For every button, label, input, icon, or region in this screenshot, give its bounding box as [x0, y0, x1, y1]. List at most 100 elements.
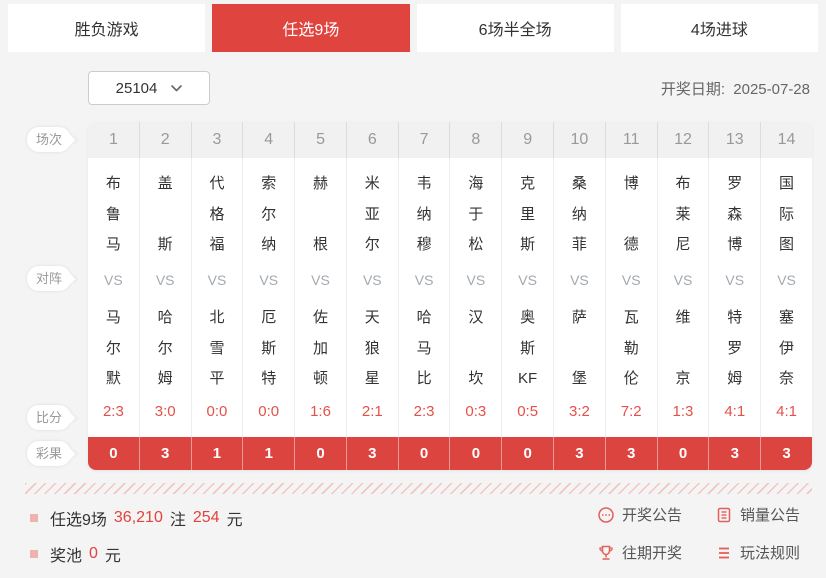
match-column: 韦纳穆 VS 哈马比 2:3: [399, 158, 451, 437]
away-team: 佐加顿: [313, 309, 329, 387]
draw-date-label: 开奖日期:: [660, 80, 726, 98]
link-draw-announcement[interactable]: 开奖公告: [597, 504, 715, 525]
result-row: 03110300033033: [88, 437, 812, 470]
away-team: 厄斯特: [261, 309, 277, 387]
vs-label: VS: [621, 272, 641, 288]
tab-3[interactable]: 6场半全场: [416, 4, 614, 52]
match-score: 0:0: [258, 403, 280, 420]
match-column: 克里斯 VS 奥斯 KF 0:5: [502, 158, 555, 437]
match-column: 代格福 VS 北雪平 0:0: [192, 158, 244, 437]
match-score: 4:1: [724, 403, 746, 420]
match-column: 国际图 VS 塞伊奈 4:1: [761, 158, 812, 437]
vs-label: VS: [466, 272, 486, 288]
link-label: 玩法规则: [740, 545, 801, 562]
match-score: 1:3: [672, 403, 694, 420]
home-team: 盖斯: [157, 175, 173, 253]
home-team: 韦纳穆: [416, 175, 432, 253]
tab-2[interactable]: 任选9场: [212, 4, 410, 52]
away-team: 北雪平: [209, 309, 225, 387]
match-result: 0: [295, 437, 347, 470]
vs-label: VS: [259, 272, 279, 288]
match-columns: 布鲁马 VS 马尔默 2:3 盖斯 VS 哈尔姆 3:0 代格福 VS 北雪平 0:0 索尔纳 VS 厄斯特…: [88, 158, 812, 437]
vs-label: VS: [155, 272, 175, 288]
home-team: 桑纳菲: [571, 175, 587, 253]
match-result: 0: [502, 437, 555, 470]
summary-pool-line: 奖池 0 元: [30, 542, 121, 566]
match-score: 7:2: [620, 403, 642, 420]
tab-1[interactable]: 胜负游戏: [8, 4, 206, 52]
summary-prize-value: 254: [192, 509, 220, 526]
match-result: 1: [243, 437, 296, 470]
match-column: 博德 VS 瓦勒伦 7:2: [606, 158, 658, 437]
home-team: 布莱尼: [675, 175, 691, 253]
home-team: 米亚尔: [364, 175, 380, 253]
striped-divider: [25, 483, 812, 494]
match-result: 0: [88, 437, 140, 470]
match-column: 盖斯 VS 哈尔姆 3:0: [140, 158, 192, 437]
match-result: 3: [140, 437, 192, 470]
match-score: 0:5: [517, 403, 539, 420]
lottery-results-page: 胜负游戏 任选9场 6场半全场 4场进球 25104 开奖日期: 2025-07-28…: [0, 0, 826, 578]
match-number: 2: [140, 122, 192, 158]
match-number: 6: [347, 122, 399, 158]
sales-icon: [715, 506, 733, 524]
home-team: 罗森博: [727, 175, 743, 253]
vs-label: VS: [673, 272, 693, 288]
period-select[interactable]: 25104: [88, 71, 210, 105]
summary-pool-unit: 元: [104, 548, 121, 565]
home-team: 索尔纳: [261, 175, 277, 253]
summary-bets-unit: 注: [169, 512, 186, 529]
match-number: 3: [192, 122, 244, 158]
match-result: 3: [782, 445, 791, 462]
header-row: 1 2 3 4 5 6 7 8 9 10 11 12 13 14: [88, 122, 812, 158]
home-team: 代格福: [209, 175, 225, 253]
match-result: 0: [450, 437, 503, 470]
link-label: 开奖公告: [622, 507, 683, 524]
link-past-draws[interactable]: 往期开奖: [597, 542, 715, 563]
summary-bets-value: 36,210: [113, 509, 163, 526]
summary-bets-line: 任选9场 36,210 注 254 元: [30, 506, 243, 530]
summary-pool-label: 奖池: [50, 548, 83, 565]
match-number: 8: [450, 122, 503, 158]
home-team: 赫根: [313, 175, 329, 253]
match-result: 1: [192, 437, 244, 470]
match-number: 13: [709, 122, 762, 158]
link-label: 销量公告: [740, 507, 801, 524]
match-number: 5: [295, 122, 347, 158]
match-score: 0:3: [465, 403, 487, 420]
tab-4[interactable]: 4场进球: [620, 4, 818, 52]
home-team: 克里斯: [520, 175, 536, 253]
match-column: 海于松 VS 汉坎 0:3: [450, 158, 503, 437]
match-result: 3: [709, 437, 762, 470]
trophy-icon: [597, 544, 615, 562]
bullet-icon: [30, 514, 38, 522]
match-number: 9: [502, 122, 555, 158]
home-team: 国际图: [779, 175, 795, 253]
link-sales-announcement[interactable]: 销量公告: [715, 504, 800, 525]
away-team: 维京: [675, 309, 691, 387]
row-label-session: 场次: [27, 127, 72, 152]
away-team: 哈尔姆: [157, 309, 173, 387]
match-result: 3: [554, 437, 606, 470]
match-column: 索尔纳 VS 厄斯特 0:0: [243, 158, 296, 437]
match-score: 3:2: [568, 403, 590, 420]
match-score: 1:6: [310, 403, 331, 420]
match-number: 4: [243, 122, 296, 158]
home-team: 博德: [623, 175, 639, 253]
link-game-rules[interactable]: 玩法规则: [715, 542, 800, 563]
away-team: 天狼星: [364, 309, 380, 387]
away-team: 马尔默: [105, 309, 121, 387]
vs-label: VS: [518, 272, 537, 288]
match-score: 4:1: [776, 403, 797, 420]
link-label: 往期开奖: [622, 545, 683, 562]
vs-label: VS: [311, 272, 330, 288]
match-column: 米亚尔 VS 天狼星 2:1: [347, 158, 399, 437]
away-team: 萨堡: [571, 309, 587, 387]
away-team: 特罗姆: [727, 309, 743, 387]
vs-label: VS: [207, 272, 227, 288]
vs-label: VS: [362, 272, 382, 288]
match-score: 2:3: [102, 403, 124, 420]
row-label-score: 比分: [27, 405, 72, 430]
match-number: 14: [777, 131, 796, 148]
announcement-icon: [597, 506, 615, 524]
